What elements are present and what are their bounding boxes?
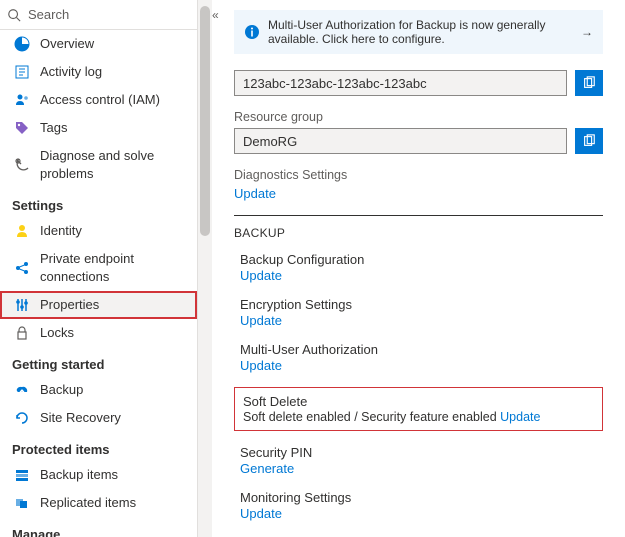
- soft-delete-block: Soft Delete Soft delete enabled / Securi…: [234, 387, 603, 431]
- copy-rg-button[interactable]: [575, 128, 603, 154]
- nav-tags[interactable]: Tags: [0, 114, 197, 142]
- nav-label: Tags: [40, 119, 67, 137]
- endpoint-icon: [14, 260, 30, 276]
- nav-label: Properties: [40, 296, 99, 314]
- security-pin-generate-link[interactable]: Generate: [240, 461, 603, 476]
- security-pin-block: Security PIN Generate: [234, 445, 603, 476]
- sidebar: « Overview Activity log Access control (…: [0, 0, 198, 537]
- nav-activity-log[interactable]: Activity log: [0, 58, 197, 86]
- id-field[interactable]: [234, 70, 567, 96]
- info-banner[interactable]: Multi-User Authorization for Backup is n…: [234, 10, 603, 54]
- diagnose-icon: [14, 157, 30, 173]
- nav-properties[interactable]: Properties: [0, 291, 197, 319]
- nav-overview[interactable]: Overview: [0, 30, 197, 58]
- section-divider: [234, 215, 603, 216]
- nav-site-recovery[interactable]: Site Recovery: [0, 404, 197, 432]
- mua-block: Multi-User Authorization Update: [234, 342, 603, 373]
- encryption-block: Encryption Settings Update: [234, 297, 603, 328]
- nav-private-endpoint[interactable]: Private endpoint connections: [0, 245, 197, 291]
- encryption-title: Encryption Settings: [240, 297, 603, 312]
- backup-icon: [14, 382, 30, 398]
- nav-label: Locks: [40, 324, 74, 342]
- search-input[interactable]: [28, 7, 204, 22]
- replicated-icon: [14, 495, 30, 511]
- nav-identity[interactable]: Identity: [0, 217, 197, 245]
- locks-icon: [14, 325, 30, 341]
- backup-config-title: Backup Configuration: [240, 252, 603, 267]
- nav-label: Access control (IAM): [40, 91, 160, 109]
- nav-backup-items[interactable]: Backup items: [0, 461, 197, 489]
- mua-title: Multi-User Authorization: [240, 342, 603, 357]
- backupitems-icon: [14, 467, 30, 483]
- nav-replicated-items[interactable]: Replicated items: [0, 489, 197, 517]
- siterecovery-icon: [14, 410, 30, 426]
- copy-id-button[interactable]: [575, 70, 603, 96]
- security-pin-title: Security PIN: [240, 445, 603, 460]
- resource-group-label: Resource group: [234, 110, 603, 124]
- scroll-thumb[interactable]: [200, 6, 210, 236]
- soft-delete-update-link[interactable]: Update: [500, 410, 540, 424]
- overview-icon: [14, 36, 30, 52]
- nav-diagnose[interactable]: Diagnose and solve problems: [0, 142, 197, 188]
- arrow-right-icon: →: [581, 25, 593, 39]
- search-icon: [6, 7, 22, 23]
- copy-icon: [582, 134, 596, 148]
- copy-icon: [582, 76, 596, 90]
- nav-locks[interactable]: Locks: [0, 319, 197, 347]
- main: Multi-User Authorization for Backup is n…: [198, 0, 625, 537]
- backup-config-block: Backup Configuration Update: [234, 252, 603, 283]
- content: Multi-User Authorization for Backup is n…: [212, 0, 625, 537]
- backup-section-title: BACKUP: [234, 226, 603, 240]
- nav-heading-manage: Manage: [0, 517, 197, 537]
- backup-config-update-link[interactable]: Update: [240, 268, 603, 283]
- mua-update-link[interactable]: Update: [240, 358, 603, 373]
- search-row: «: [0, 0, 197, 30]
- rg-field-row: [234, 128, 603, 154]
- nav-label: Backup items: [40, 466, 118, 484]
- encryption-update-link[interactable]: Update: [240, 313, 603, 328]
- nav-label: Overview: [40, 35, 94, 53]
- activitylog-icon: [14, 64, 30, 80]
- main-scrollbar[interactable]: [198, 0, 212, 537]
- id-field-row: [234, 70, 603, 96]
- tags-icon: [14, 120, 30, 136]
- monitoring-update-link[interactable]: Update: [240, 506, 603, 521]
- soft-delete-title: Soft Delete: [243, 394, 594, 409]
- nav-label: Private endpoint connections: [40, 250, 185, 286]
- nav-label: Site Recovery: [40, 409, 121, 427]
- access-icon: [14, 92, 30, 108]
- nav-label: Activity log: [40, 63, 102, 81]
- nav-backup[interactable]: Backup: [0, 376, 197, 404]
- nav-heading-protected: Protected items: [0, 432, 197, 461]
- nav-label: Replicated items: [40, 494, 136, 512]
- nav-heading-settings: Settings: [0, 188, 197, 217]
- soft-delete-status-text: Soft delete enabled / Security feature e…: [243, 410, 497, 424]
- monitoring-block: Monitoring Settings Update: [234, 490, 603, 521]
- monitoring-title: Monitoring Settings: [240, 490, 603, 505]
- info-icon: [244, 24, 260, 40]
- soft-delete-status: Soft delete enabled / Security feature e…: [243, 410, 594, 424]
- nav-heading-getstarted: Getting started: [0, 347, 197, 376]
- nav-label: Identity: [40, 222, 82, 240]
- diagnostics-update-link[interactable]: Update: [234, 186, 603, 201]
- identity-icon: [14, 223, 30, 239]
- nav-access-control[interactable]: Access control (IAM): [0, 86, 197, 114]
- resource-group-field[interactable]: [234, 128, 567, 154]
- nav-label: Diagnose and solve problems: [40, 147, 185, 183]
- banner-text: Multi-User Authorization for Backup is n…: [268, 18, 573, 46]
- nav-list: Overview Activity log Access control (IA…: [0, 30, 197, 537]
- nav-label: Backup: [40, 381, 83, 399]
- diagnostics-label: Diagnostics Settings: [234, 168, 603, 182]
- properties-icon: [14, 297, 30, 313]
